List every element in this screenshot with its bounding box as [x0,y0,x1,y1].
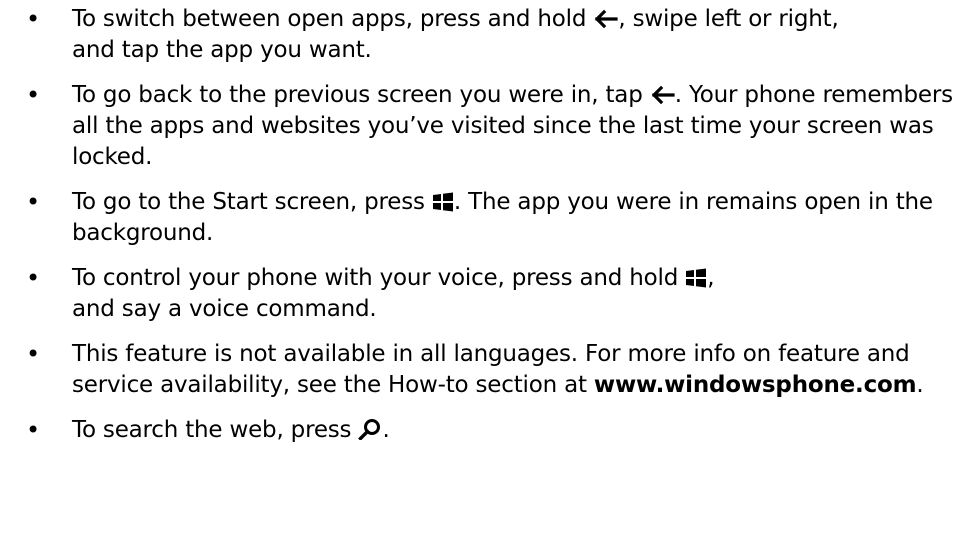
back-arrow-icon [593,9,618,29]
item-text-start: To go back to the previous screen you we… [72,82,650,108]
windows-start-icon [432,192,454,212]
windows-start-icon [685,268,707,288]
manual-page: • To switch between open apps, press and… [0,0,972,544]
list-item-start-screen: • To go to the Start screen, press . The… [0,187,972,249]
bullet-point: • [26,340,40,368]
item-text-start: To control your phone with your voice, p… [72,265,686,291]
item-text-end: , swipe left or right, [618,6,839,32]
bullet-point: • [26,416,40,444]
item-text-continued: and say a voice command. [72,296,377,322]
item-text-start: To search the web, press [72,417,359,443]
bullet-point: • [26,188,40,216]
item-text-start: To go to the Start screen, press [72,189,432,215]
list-item-voice-control: • To control your phone with your voice,… [0,263,972,325]
bullet-point: • [26,81,40,109]
list-item-go-back: • To go back to the previous screen you … [0,80,972,173]
back-arrow-icon [650,85,675,105]
bullet-point: • [26,264,40,292]
item-text-continued: and tap the app you want. [72,37,372,63]
website-link[interactable]: www.windowsphone.com [594,372,917,398]
item-text-end: , [707,265,715,291]
search-icon [358,418,382,440]
list-item-language-note: • This feature is not available in all l… [0,339,972,401]
list-item-search-web: • To search the web, press . [0,415,972,446]
bullet-point: • [26,5,40,33]
item-text-end: . [916,372,924,398]
item-text-start: To switch between open apps, press and h… [72,6,594,32]
instruction-list: • To switch between open apps, press and… [0,4,972,446]
list-item-switch-apps: • To switch between open apps, press and… [0,4,972,66]
item-text-end: . [382,417,390,443]
